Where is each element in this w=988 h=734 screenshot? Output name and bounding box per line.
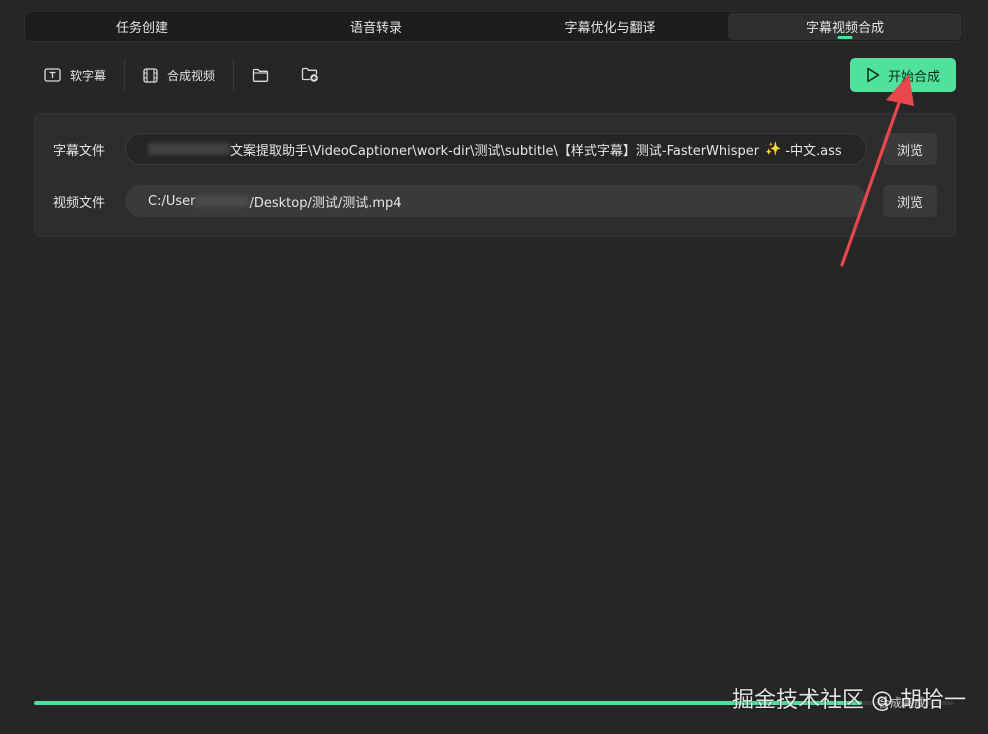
video-file-label: 视频文件 xyxy=(53,195,106,211)
toolbar-divider xyxy=(124,59,126,91)
toolbar: 软字幕 合成视频 xyxy=(34,58,328,92)
tab-label: 语音转录 xyxy=(349,21,402,36)
sparkle-icon: ✨ xyxy=(765,141,782,157)
toolbar-divider xyxy=(233,59,235,91)
video-path-prefix: C:/User xyxy=(148,193,196,209)
app-window: 任务创建 语音转录 字幕优化与翻译 字幕视频合成 软字幕 合成视频 开始合成 字… xyxy=(0,0,988,734)
top-tab-bar: 任务创建 语音转录 字幕优化与翻译 字幕视频合成 xyxy=(24,11,964,42)
browse-video-button[interactable]: 浏览 xyxy=(883,185,937,217)
merge-video-button[interactable]: 合成视频 xyxy=(133,59,225,91)
subtitle-path-suffix: -中文.ass xyxy=(785,143,842,159)
tab-label: 字幕视频合成 xyxy=(805,21,884,36)
browse-subtitle-button[interactable]: 浏览 xyxy=(883,133,937,165)
add-folder-button[interactable] xyxy=(292,59,328,91)
play-icon xyxy=(867,67,880,83)
file-selection-card: 字幕文件 文案提取助手\VideoCaptioner\work-dir\测试\s… xyxy=(34,113,956,237)
annotation-arrow xyxy=(840,74,914,267)
video-path-suffix: /Desktop/测试/测试.mp4 xyxy=(249,195,402,211)
video-file-input[interactable]: C:/User /Desktop/测试/测试.mp4 xyxy=(125,185,867,217)
redacted-path xyxy=(148,143,230,155)
open-folder-button[interactable] xyxy=(242,59,278,91)
start-synthesis-label: 开始合成 xyxy=(887,69,940,85)
merge-video-label: 合成视频 xyxy=(167,68,216,83)
tab-video-synthesis[interactable]: 字幕视频合成 xyxy=(728,13,962,40)
subtitle-file-input[interactable]: 文案提取助手\VideoCaptioner\work-dir\测试\subtit… xyxy=(125,133,867,165)
subtitle-icon xyxy=(44,68,61,82)
tab-subtitle-optimize[interactable]: 字幕优化与翻译 xyxy=(493,12,727,41)
tab-label: 任务创建 xyxy=(115,21,168,36)
tab-transcription[interactable]: 语音转录 xyxy=(259,12,493,41)
watermark: 掘金技术社区 @ 胡拾一 xyxy=(732,688,966,713)
tab-label: 字幕优化与翻译 xyxy=(564,21,656,36)
video-file-row: 视频文件 C:/User /Desktop/测试/测试.mp4 浏览 xyxy=(35,185,955,217)
subtitle-path-text: 文案提取助手\VideoCaptioner\work-dir\测试\subtit… xyxy=(230,143,760,159)
subtitle-file-label: 字幕文件 xyxy=(53,143,106,159)
active-tab-indicator xyxy=(837,36,853,39)
subtitle-file-row: 字幕文件 文案提取助手\VideoCaptioner\work-dir\测试\s… xyxy=(35,133,955,165)
start-synthesis-button[interactable]: 开始合成 xyxy=(850,58,956,92)
film-icon xyxy=(143,67,158,83)
folder-icon xyxy=(252,68,268,82)
tab-task-create[interactable]: 任务创建 xyxy=(25,12,259,41)
soft-subtitle-label: 软字幕 xyxy=(70,68,107,83)
redacted-path xyxy=(195,195,250,207)
soft-subtitle-button[interactable]: 软字幕 xyxy=(34,59,116,91)
folder-plus-icon xyxy=(301,67,318,82)
